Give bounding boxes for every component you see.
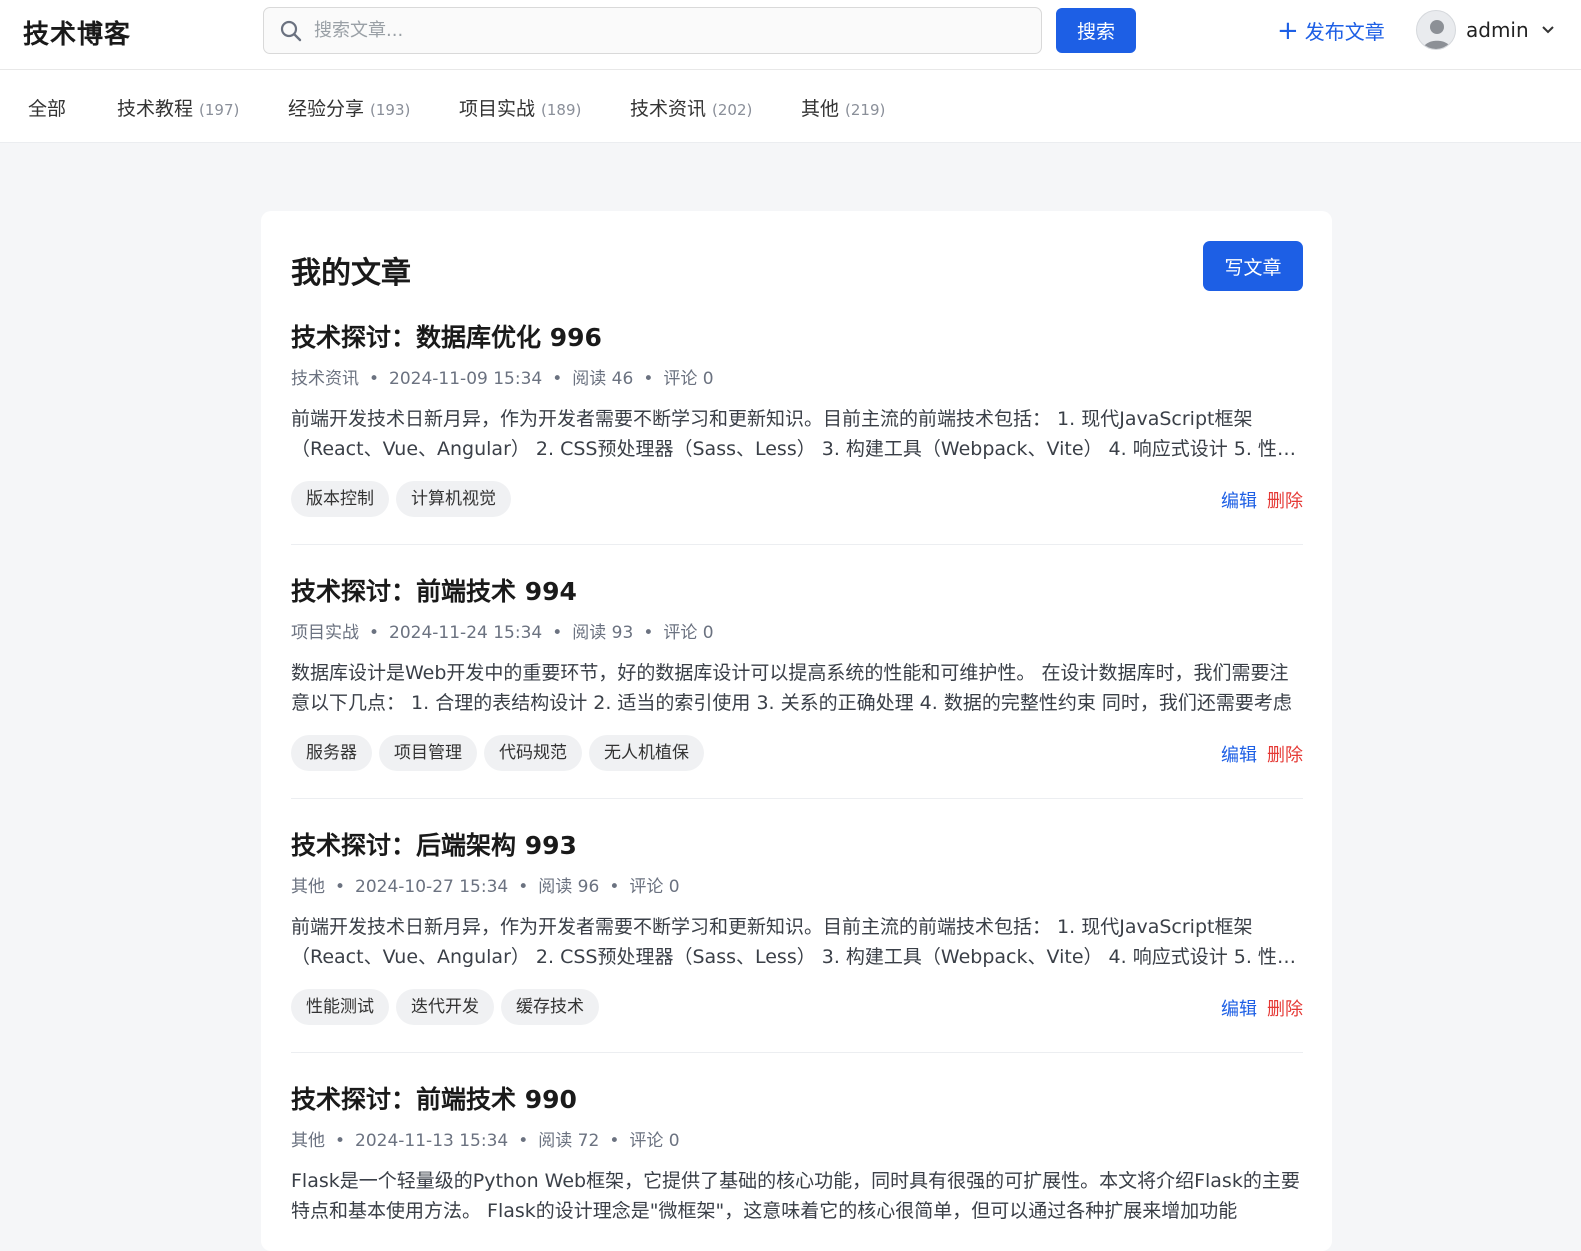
tag[interactable]: 无人机植保	[589, 735, 704, 771]
category-tutorials[interactable]: 技术教程 (197)	[117, 94, 239, 121]
avatar	[1416, 10, 1456, 50]
divider	[291, 544, 1303, 545]
article-excerpt: 数据库设计是Web开发中的重要环节，好的数据库设计可以提高系统的性能和可维护性。…	[291, 662, 1292, 714]
article-excerpt: 前端开发技术日新月异，作为开发者需要不断学习和更新知识。目前主流的前端技术包括：…	[291, 408, 1296, 460]
tag[interactable]: 版本控制	[291, 481, 389, 517]
tag[interactable]: 性能测试	[291, 989, 389, 1025]
tag[interactable]: 代码规范	[484, 735, 582, 771]
publish-label: 发布文章	[1304, 20, 1385, 44]
article-date: 2024-11-24 15:34	[389, 623, 543, 643]
tag[interactable]: 项目管理	[379, 735, 477, 771]
delete-link[interactable]: 删除	[1267, 491, 1303, 512]
chevron-down-icon	[1541, 26, 1554, 34]
tag[interactable]: 服务器	[291, 735, 372, 771]
article-item: 技术探讨：后端架构 993 其他 • 2024-10-27 15:34 • 阅读 96 •…	[291, 826, 1303, 1025]
article-reads: 阅读 93	[572, 623, 634, 643]
article-title[interactable]: 技术探讨：前端技术 990	[291, 1080, 1303, 1120]
user-avatar-icon	[1423, 20, 1451, 49]
article-category: 技术资讯	[291, 369, 359, 389]
article-item: 技术探讨：前端技术 994 项目实战 • 2024-11-24 15:34 • 阅读 9…	[291, 572, 1303, 771]
search-icon	[280, 20, 302, 42]
article-category: 其他	[291, 1131, 325, 1151]
article-meta: 项目实战 • 2024-11-24 15:34 • 阅读 93 • 评论 0	[291, 623, 714, 643]
article-date: 2024-11-09 15:34	[389, 369, 543, 389]
article-reads: 阅读 72	[538, 1131, 600, 1151]
article-tags: 性能测试 迭代开发 缓存技术 编辑 删除	[291, 989, 1303, 1025]
category-other[interactable]: 其他 (219)	[801, 94, 885, 121]
article-tags: 版本控制 计算机视觉 编辑 删除	[291, 481, 1303, 517]
article-date: 2024-10-27 15:34	[355, 877, 509, 897]
article-excerpt: Flask是一个轻量级的Python Web框架，它提供了基础的核心功能，同时具…	[291, 1170, 1300, 1222]
article-title[interactable]: 技术探讨：前端技术 994	[291, 572, 1303, 612]
article-meta: 技术资讯 • 2024-11-09 15:34 • 阅读 46 • 评论 0	[291, 369, 714, 389]
article-date: 2024-11-13 15:34	[355, 1131, 509, 1151]
article-category: 项目实战	[291, 623, 359, 643]
article-comments: 评论 0	[629, 1131, 680, 1151]
category-news[interactable]: 技术资讯 (202)	[630, 94, 752, 121]
top-header: 技术博客 搜索 + 发布文章 admin	[0, 0, 1581, 70]
article-comments: 评论 0	[663, 623, 714, 643]
search-input[interactable]	[314, 8, 1034, 53]
user-menu[interactable]: admin	[1416, 10, 1555, 50]
article-item: 技术探讨：前端技术 990 其他 • 2024-11-13 15:34 • 阅读 72 •…	[291, 1080, 1303, 1226]
plus-icon: +	[1277, 15, 1299, 46]
article-comments: 评论 0	[663, 369, 714, 389]
edit-link[interactable]: 编辑	[1221, 999, 1257, 1020]
article-reads: 阅读 46	[572, 369, 634, 389]
article-title[interactable]: 技术探讨：数据库优化 996	[291, 318, 1303, 358]
category-all[interactable]: 全部	[28, 94, 66, 121]
category-experience[interactable]: 经验分享 (193)	[288, 94, 410, 121]
article-meta: 其他 • 2024-11-13 15:34 • 阅读 72 • 评论 0	[291, 1131, 680, 1151]
my-articles-card: 我的文章 写文章 技术探讨：数据库优化 996 技术资讯 • 2024-11-09 …	[261, 211, 1332, 1251]
delete-link[interactable]: 删除	[1267, 999, 1303, 1020]
site-logo[interactable]: 技术博客	[23, 14, 131, 51]
write-article-button[interactable]: 写文章	[1203, 241, 1303, 291]
tag[interactable]: 缓存技术	[501, 989, 599, 1025]
edit-link[interactable]: 编辑	[1221, 491, 1257, 512]
article-item: 技术探讨：数据库优化 996 技术资讯 • 2024-11-09 15:34 • 阅读 …	[291, 318, 1303, 517]
search-button[interactable]: 搜索	[1056, 8, 1136, 53]
category-projects[interactable]: 项目实战 (189)	[459, 94, 581, 121]
article-reads: 阅读 96	[538, 877, 600, 897]
article-title[interactable]: 技术探讨：后端架构 993	[291, 826, 1303, 866]
divider	[291, 798, 1303, 799]
edit-link[interactable]: 编辑	[1221, 745, 1257, 766]
category-nav: 全部 技术教程 (197) 经验分享 (193) 项目实战 (189) 技术资讯 (20…	[0, 70, 1581, 143]
tag[interactable]: 迭代开发	[396, 989, 494, 1025]
article-tags: 服务器 项目管理 代码规范 无人机植保 编辑 删除	[291, 735, 1303, 771]
page-title: 我的文章	[291, 256, 411, 291]
article-excerpt: 前端开发技术日新月异，作为开发者需要不断学习和更新知识。目前主流的前端技术包括：…	[291, 916, 1296, 968]
article-category: 其他	[291, 877, 325, 897]
search-box[interactable]	[263, 7, 1042, 54]
divider	[291, 1052, 1303, 1053]
username: admin	[1466, 18, 1529, 42]
publish-article-link[interactable]: + 发布文章	[1277, 16, 1385, 45]
tag[interactable]: 计算机视觉	[396, 481, 511, 517]
article-meta: 其他 • 2024-10-27 15:34 • 阅读 96 • 评论 0	[291, 877, 680, 897]
delete-link[interactable]: 删除	[1267, 745, 1303, 766]
article-comments: 评论 0	[629, 877, 680, 897]
